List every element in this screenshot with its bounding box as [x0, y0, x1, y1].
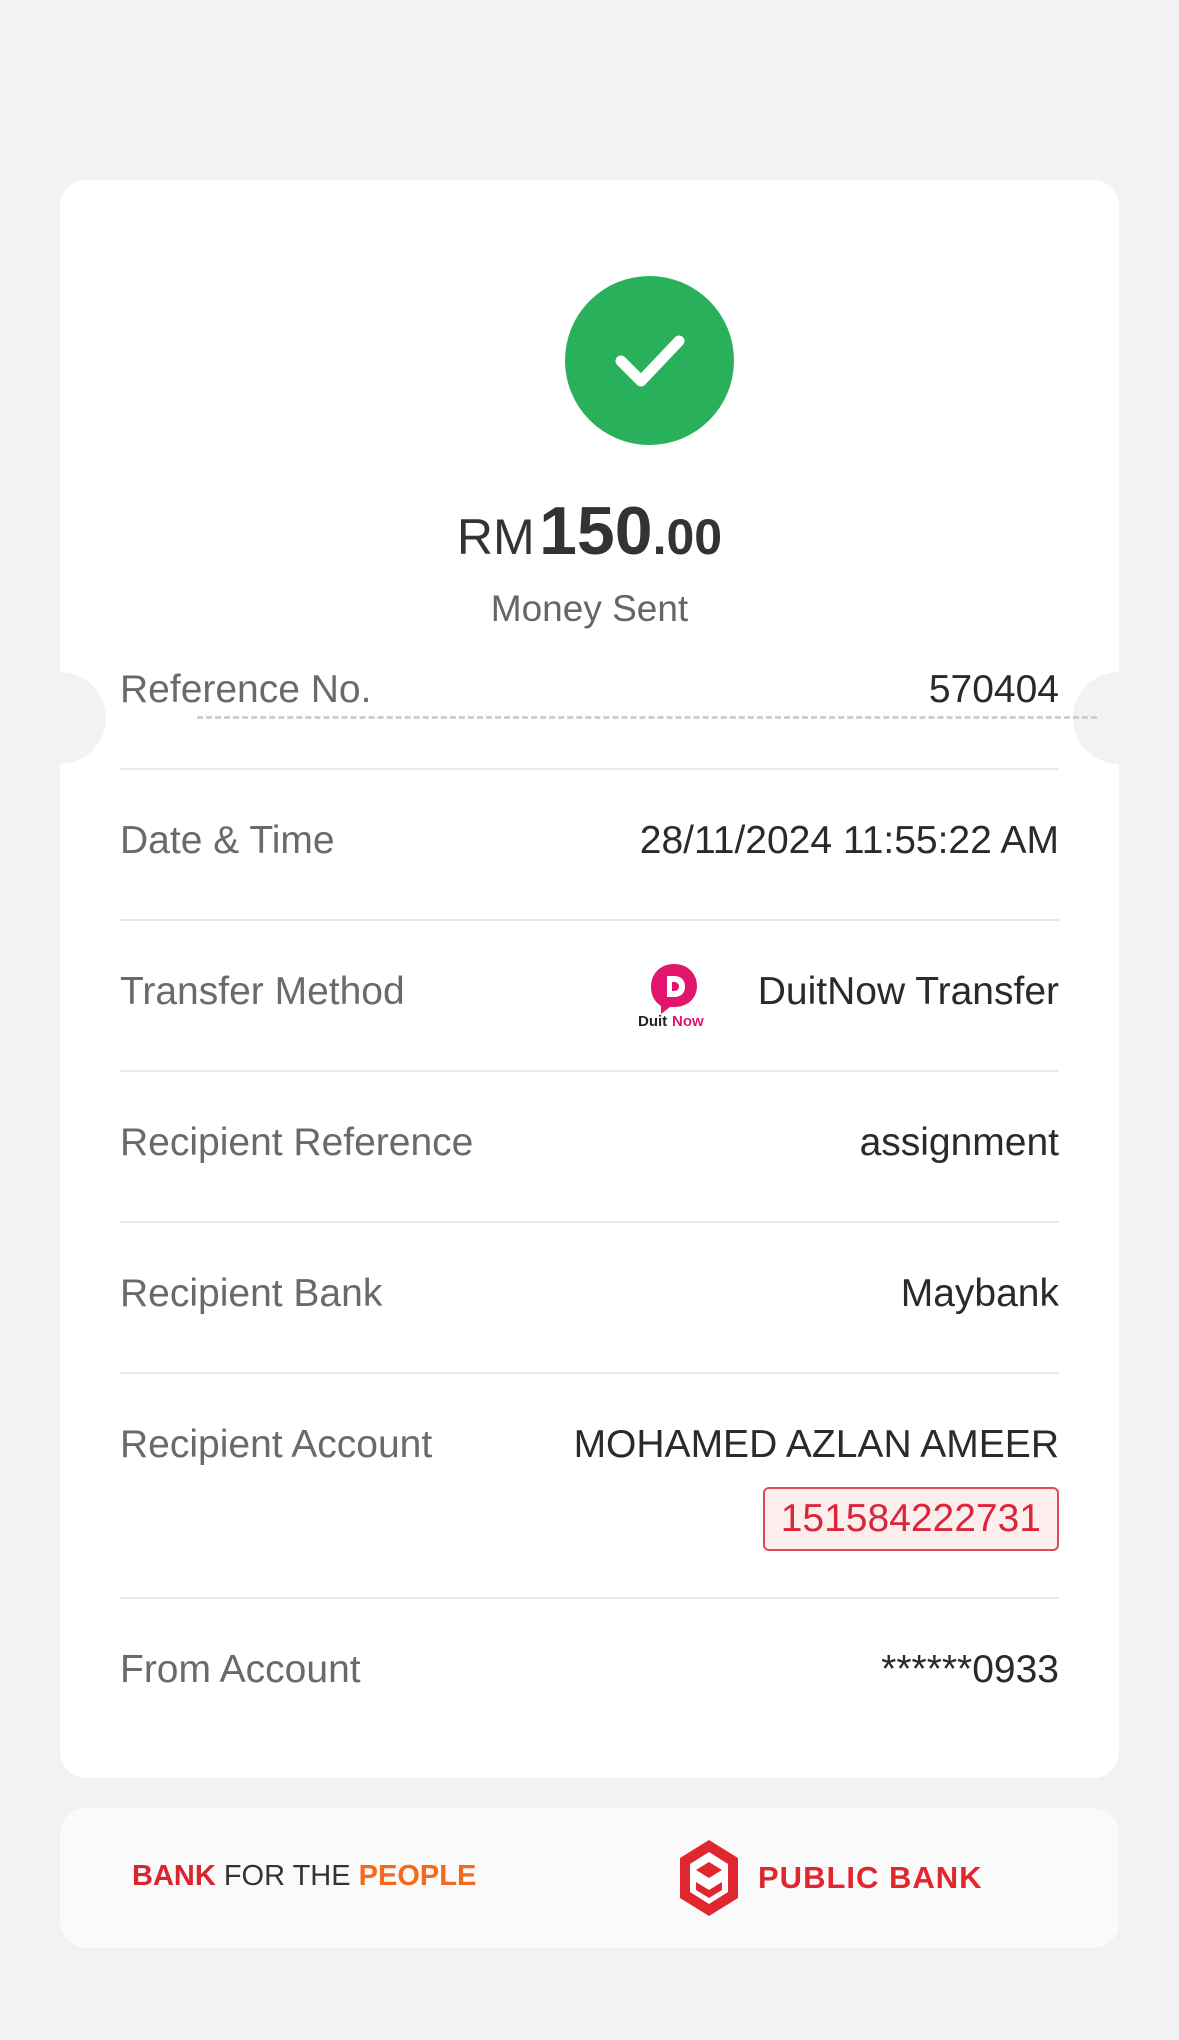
from-account-value: ******0933 — [881, 1648, 1059, 1691]
reference-no-label: Reference No. — [120, 668, 372, 711]
recipient-reference-value: assignment — [859, 1121, 1059, 1164]
transfer-amount: RM 150.00 — [120, 492, 1059, 570]
row-divider — [120, 1372, 1059, 1374]
recipient-account-number: 151584222731 — [762, 1487, 1059, 1551]
status-label: Money Sent — [490, 588, 689, 629]
amount-currency: RM — [456, 509, 535, 565]
row-divider — [120, 1597, 1059, 1599]
tagline-for-the: FOR THE — [215, 1860, 359, 1892]
tagline-bank: BANK — [132, 1860, 216, 1892]
success-check-icon — [565, 276, 734, 445]
bank-tagline: BANK FOR THE PEOPLE — [132, 1860, 476, 1893]
recipient-reference-label: Recipient Reference — [120, 1121, 474, 1164]
transfer-method-label: Transfer Method — [120, 970, 405, 1013]
recipient-account-label: Recipient Account — [120, 1423, 433, 1466]
recipient-account-name: MOHAMED AZLAN AMEER — [573, 1423, 1059, 1466]
amount-decimal: .00 — [652, 509, 723, 565]
recipient-bank-label: Recipient Bank — [120, 1272, 383, 1315]
amount-integer: 150 — [539, 493, 653, 569]
svg-text:Now: Now — [672, 1013, 704, 1030]
reference-no-value: 570404 — [928, 668, 1059, 711]
row-divider — [120, 1221, 1059, 1223]
public-bank-logo-icon — [680, 1840, 738, 1916]
receipt-notch-left — [14, 672, 106, 764]
receipt-tear-line — [197, 716, 1097, 719]
transfer-method-value: DuitNow Transfer — [757, 970, 1059, 1013]
svg-text:Duit: Duit — [638, 1013, 667, 1030]
date-time-label: Date & Time — [120, 819, 335, 862]
row-divider — [120, 768, 1059, 770]
tagline-people: PEOPLE — [358, 1860, 477, 1892]
recipient-bank-value: Maybank — [900, 1272, 1059, 1315]
from-account-label: From Account — [120, 1648, 361, 1691]
row-divider — [120, 1070, 1059, 1072]
row-divider — [120, 919, 1059, 921]
duitnow-logo-icon: Duit Now — [638, 964, 704, 1030]
date-time-value: 28/11/2024 11:55:22 AM — [639, 819, 1059, 862]
bank-footer: BANK FOR THE PEOPLE PUBLIC BANK — [60, 1808, 1119, 1948]
public-bank-name: PUBLIC BANK — [758, 1860, 983, 1895]
